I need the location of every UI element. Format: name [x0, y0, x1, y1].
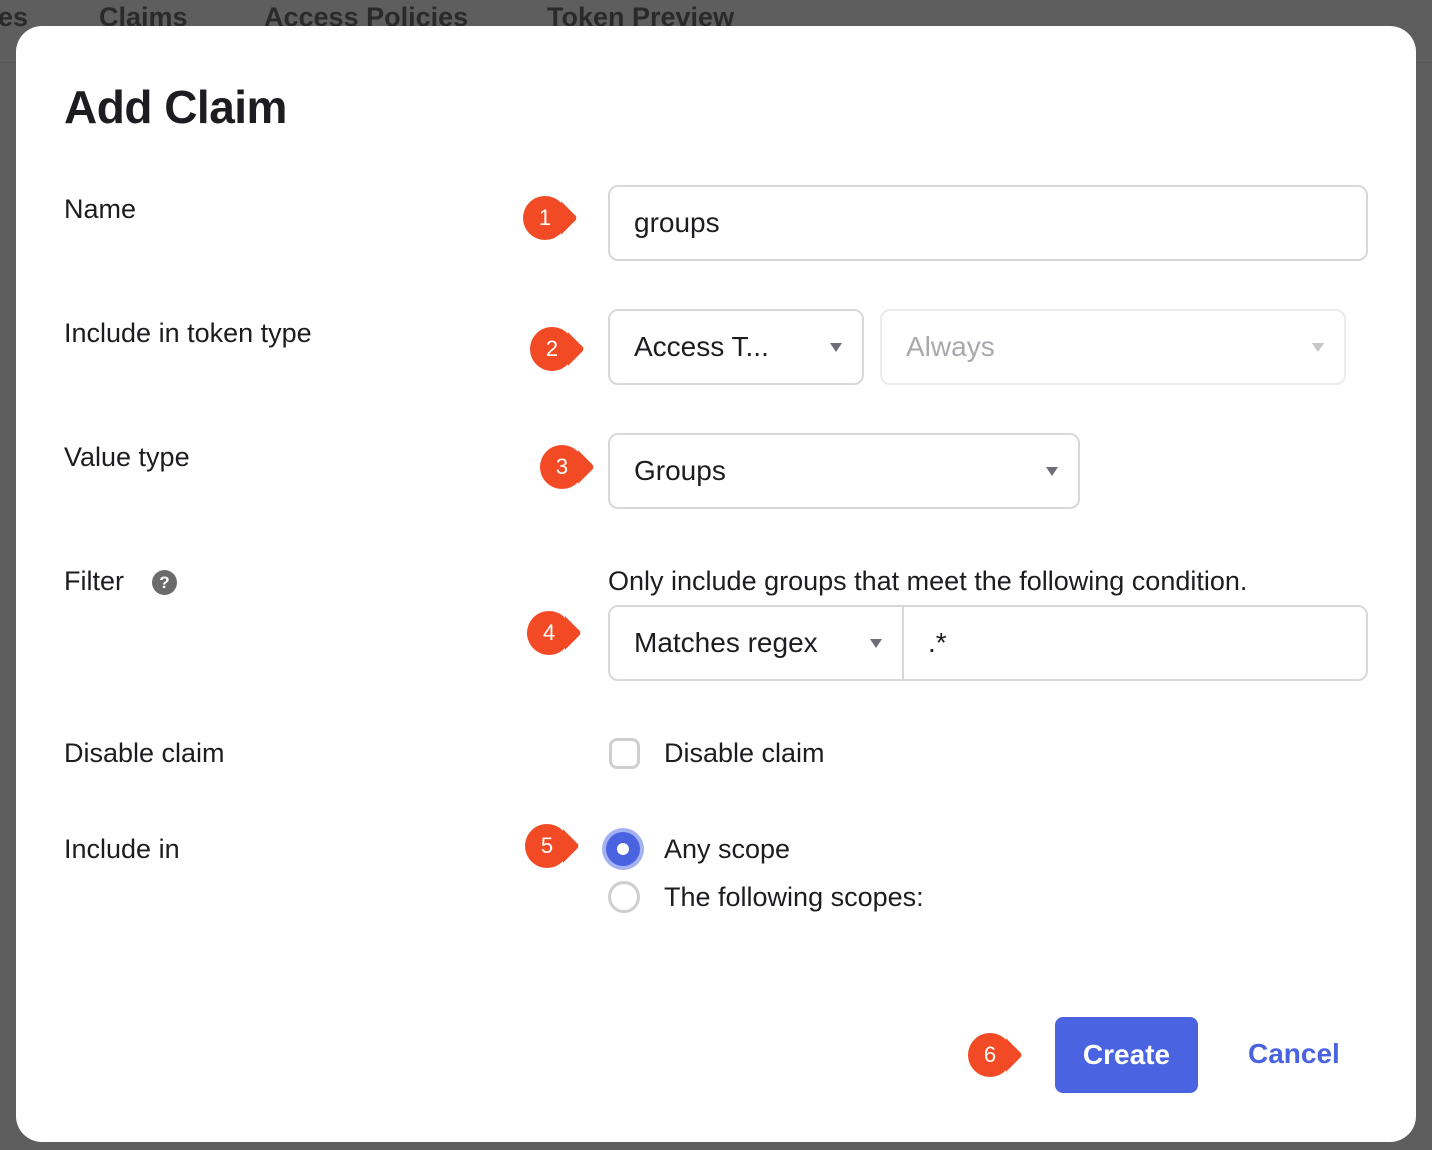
radio-any-scope[interactable] [606, 832, 640, 866]
token-type-label: Include in token type [64, 318, 312, 349]
cancel-button[interactable]: Cancel [1248, 1038, 1340, 1070]
chevron-down-icon [830, 343, 842, 352]
create-button[interactable]: Create [1055, 1017, 1198, 1093]
radio-following-scopes[interactable] [608, 881, 640, 913]
chevron-down-icon [870, 639, 882, 648]
radio-any-scope-label[interactable]: Any scope [664, 834, 790, 865]
help-icon[interactable]: ? [152, 570, 177, 595]
value-type-select[interactable]: Groups [608, 433, 1080, 509]
step-badge-2: 2 [530, 327, 576, 373]
token-type-select[interactable]: Access T... [608, 309, 864, 385]
include-in-label: Include in [64, 834, 180, 865]
disable-claim-checkbox[interactable] [609, 738, 640, 769]
name-input[interactable]: groups [608, 185, 1368, 261]
filter-description: Only include groups that meet the follow… [608, 566, 1247, 597]
disable-claim-checkbox-label[interactable]: Disable claim [664, 738, 825, 769]
filter-value-input[interactable]: .* [902, 605, 1368, 681]
step-badge-1: 1 [523, 196, 569, 242]
token-inclusion-select: Always [880, 309, 1346, 385]
value-type-label: Value type [64, 442, 190, 473]
step-badge-5: 5 [525, 824, 571, 870]
step-badge-4: 4 [527, 611, 573, 657]
chevron-down-icon [1046, 467, 1058, 476]
add-claim-dialog: Add Claim Name 1 groups Include in token… [16, 26, 1416, 1142]
name-label: Name [64, 194, 136, 225]
step-badge-3: 3 [540, 445, 586, 491]
tab-partial[interactable]: es [0, 2, 28, 33]
step-badge-6: 6 [968, 1033, 1014, 1079]
filter-operator-select[interactable]: Matches regex [608, 605, 904, 681]
filter-label: Filter [64, 566, 124, 597]
dialog-title: Add Claim [64, 80, 287, 134]
disable-claim-label: Disable claim [64, 738, 225, 769]
radio-following-scopes-label[interactable]: The following scopes: [664, 882, 924, 913]
chevron-down-icon [1312, 343, 1324, 352]
